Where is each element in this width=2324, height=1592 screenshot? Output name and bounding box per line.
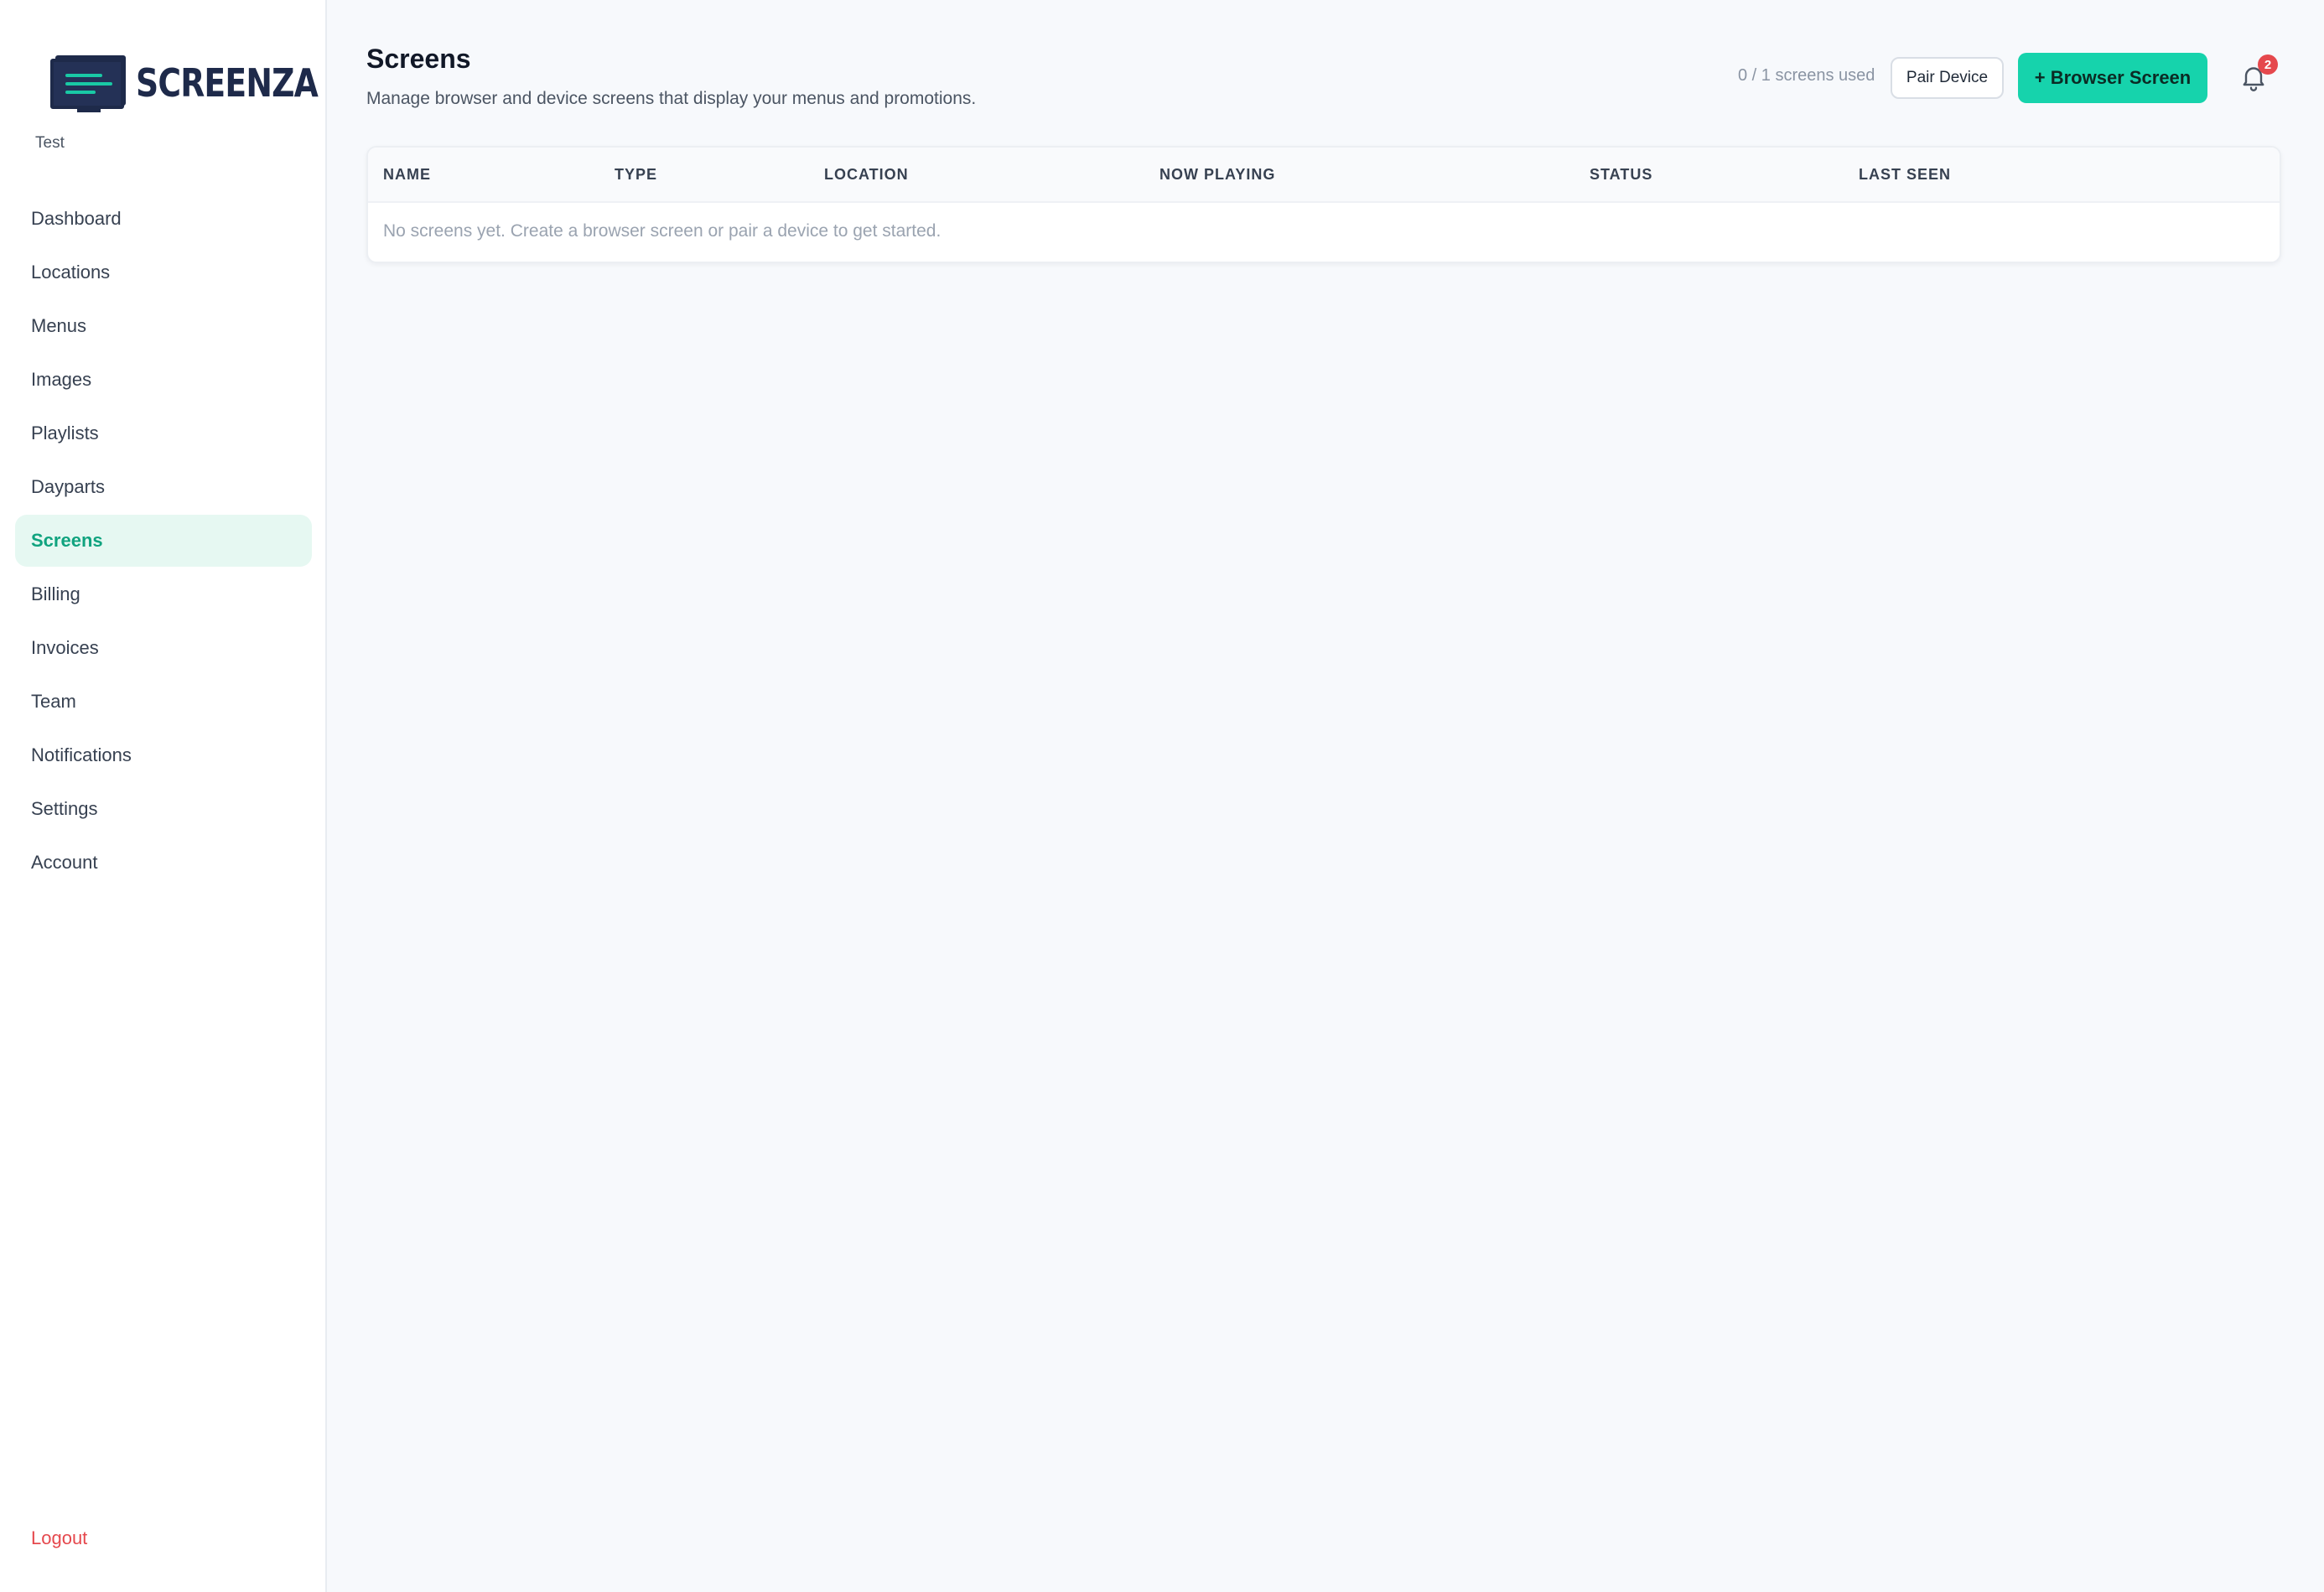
column-header-now-playing: NOW PLAYING	[1159, 166, 1276, 183]
sidebar-item-settings[interactable]: Settings	[15, 783, 312, 835]
sidebar-item-screens[interactable]: Screens	[15, 515, 312, 567]
add-browser-screen-button[interactable]: + Browser Screen	[2018, 53, 2207, 103]
pair-device-button[interactable]: Pair Device	[1891, 57, 2004, 99]
sidebar-item-dayparts[interactable]: Dayparts	[15, 461, 312, 513]
main-content: Screens Manage browser and device screen…	[327, 0, 2324, 1592]
page-title: Screens	[366, 44, 471, 74]
table-header: NAME TYPE LOCATION NOW PLAYING STATUS LA…	[368, 148, 2280, 203]
brand-logo[interactable]: SCREENZA	[50, 55, 358, 112]
column-header-last-seen: LAST SEEN	[1859, 166, 1952, 183]
sidebar-item-locations[interactable]: Locations	[15, 246, 312, 298]
notification-count-badge: 2	[2258, 54, 2278, 75]
sidebar-item-billing[interactable]: Billing	[15, 568, 312, 620]
sidebar-item-invoices[interactable]: Invoices	[15, 622, 312, 674]
screens-usage-text: 0 / 1 screens used	[1738, 66, 1875, 85]
screens-table: NAME TYPE LOCATION NOW PLAYING STATUS LA…	[366, 146, 2281, 263]
column-header-name: NAME	[383, 166, 431, 183]
sidebar-item-account[interactable]: Account	[15, 837, 312, 889]
sidebar: SCREENZA Test Dashboard Locations Menus …	[0, 0, 327, 1592]
sidebar-item-notifications[interactable]: Notifications	[15, 729, 312, 781]
sidebar-item-menus[interactable]: Menus	[15, 300, 312, 352]
page-subtitle: Manage browser and device screens that d…	[366, 89, 977, 108]
sidebar-item-images[interactable]: Images	[15, 354, 312, 406]
sidebar-item-dashboard[interactable]: Dashboard	[15, 193, 312, 245]
sidebar-item-playlists[interactable]: Playlists	[15, 407, 312, 459]
column-header-type: TYPE	[615, 166, 658, 183]
column-header-location: LOCATION	[824, 166, 909, 183]
sidebar-nav: Dashboard Locations Menus Images Playlis…	[15, 193, 312, 890]
empty-state-message: No screens yet. Create a browser screen …	[383, 221, 942, 241]
logout-link[interactable]: Logout	[31, 1527, 87, 1549]
app-root: SCREENZA Test Dashboard Locations Menus …	[0, 0, 2324, 1592]
logo-screen-icon	[50, 55, 129, 112]
logo-text: SCREENZA	[136, 60, 319, 106]
sidebar-item-team[interactable]: Team	[15, 676, 312, 728]
column-header-status: STATUS	[1590, 166, 1653, 183]
workspace-name: Test	[35, 134, 65, 152]
